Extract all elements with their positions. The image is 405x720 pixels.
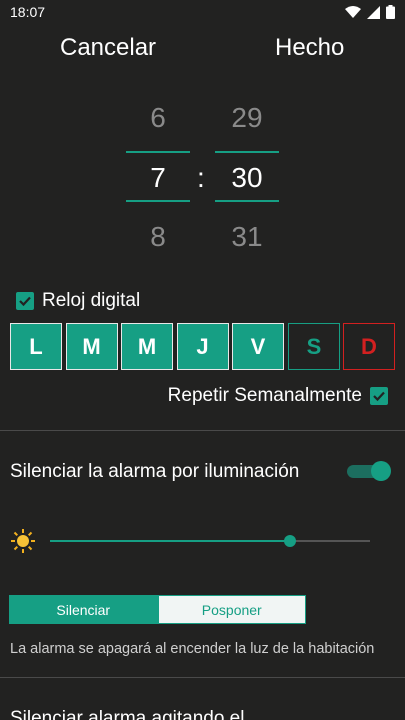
day-wednesday[interactable]: M — [121, 323, 173, 370]
battery-icon — [386, 5, 395, 19]
silence-mode-button[interactable]: Silenciar — [9, 595, 158, 624]
day-friday[interactable]: V — [232, 323, 284, 370]
sun-icon — [11, 529, 35, 553]
weekday-selector: L M M J V S D — [10, 323, 396, 371]
hour-bottom-line — [126, 200, 190, 202]
signal-icon — [367, 5, 380, 19]
dialog-header: Cancelar Hecho — [0, 30, 405, 70]
light-silence-title: Silenciar la alarma por iluminación — [10, 461, 300, 482]
snooze-mode-button[interactable]: Posponer — [157, 595, 306, 624]
wifi-icon — [345, 5, 361, 18]
check-icon — [19, 296, 31, 307]
minute-selected[interactable]: 30 — [215, 162, 279, 194]
repeat-weekly-checkbox[interactable] — [370, 387, 388, 405]
toggle-thumb — [371, 461, 391, 481]
status-icons — [345, 5, 395, 19]
status-bar: 18:07 — [0, 0, 405, 24]
minute-prev[interactable]: 29 — [215, 102, 279, 134]
light-mode-selector: Silenciar Posponer — [9, 595, 306, 624]
minute-next[interactable]: 31 — [215, 221, 279, 253]
hour-prev[interactable]: 6 — [126, 102, 190, 134]
light-silence-toggle[interactable] — [347, 461, 393, 481]
minute-bottom-line — [215, 200, 279, 202]
digital-clock-option[interactable]: Reloj digital — [16, 290, 140, 312]
divider — [0, 677, 405, 678]
shake-silence-title: Silenciar alarma agitando el — [10, 708, 245, 720]
light-sensitivity-slider[interactable] — [50, 533, 370, 549]
light-silence-info: La alarma se apagará al encender la luz … — [10, 641, 375, 657]
cancel-button[interactable]: Cancelar — [60, 34, 156, 62]
slider-fill — [50, 540, 290, 542]
hour-picker[interactable]: 6 7 8 — [126, 100, 190, 260]
slider-handle[interactable] — [284, 535, 296, 547]
divider — [0, 430, 405, 431]
check-icon — [373, 391, 385, 402]
minute-picker[interactable]: 29 30 31 — [215, 100, 279, 260]
repeat-weekly-option[interactable]: Repetir Semanalmente — [168, 385, 388, 407]
hour-next[interactable]: 8 — [126, 221, 190, 253]
day-saturday[interactable]: S — [288, 323, 340, 370]
status-time: 18:07 — [10, 4, 46, 20]
hour-selected[interactable]: 7 — [126, 162, 190, 194]
done-button[interactable]: Hecho — [275, 34, 344, 62]
day-thursday[interactable]: J — [176, 323, 229, 370]
day-tuesday[interactable]: M — [65, 323, 118, 370]
time-separator: : — [197, 162, 205, 193]
digital-clock-checkbox[interactable] — [16, 292, 34, 310]
day-sunday[interactable]: D — [343, 323, 395, 370]
minute-top-line — [215, 151, 279, 153]
digital-clock-label: Reloj digital — [42, 290, 141, 311]
repeat-weekly-label: Repetir Semanalmente — [167, 385, 362, 406]
day-monday[interactable]: L — [10, 323, 62, 370]
hour-top-line — [126, 151, 190, 153]
